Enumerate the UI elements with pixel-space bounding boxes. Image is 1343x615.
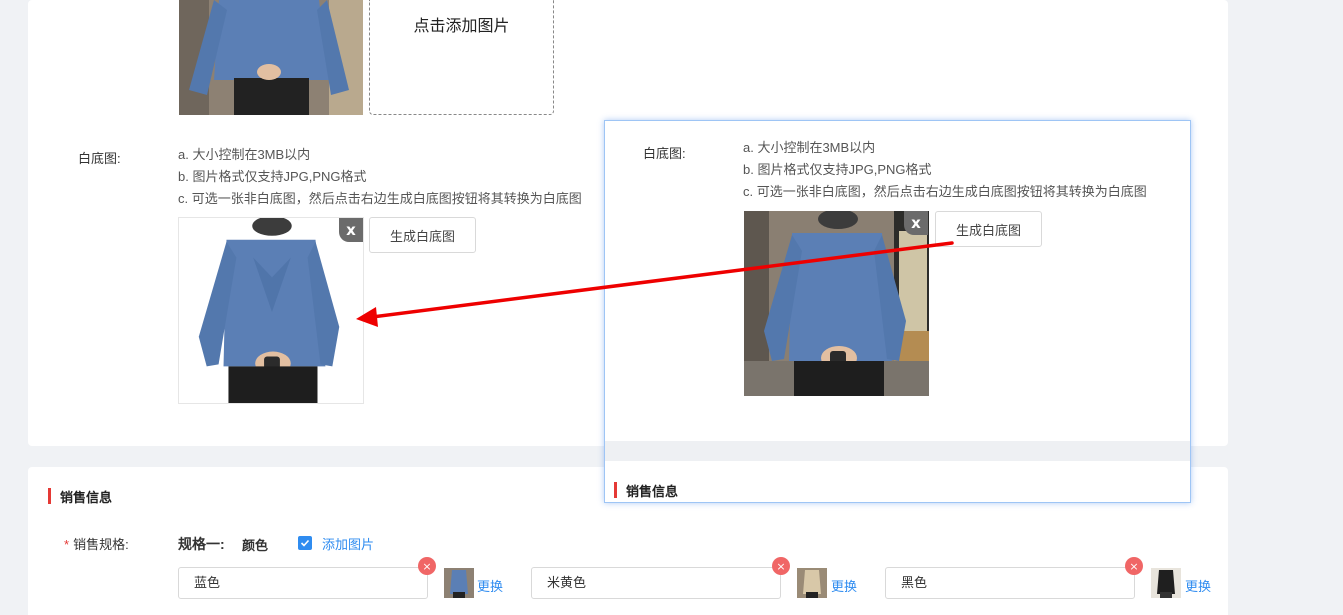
add-image-checkbox-label[interactable]: 添加图片 bbox=[322, 534, 374, 553]
add-image-label: 点击添加图片 bbox=[413, 18, 510, 35]
sales-spec-label: * 销售规格: bbox=[64, 534, 129, 553]
popup-remove-image-button: x bbox=[904, 211, 928, 235]
popup-original-image bbox=[744, 211, 929, 396]
color-thumb-blue bbox=[444, 568, 474, 598]
replace-image-black-link[interactable]: 更换 bbox=[1185, 576, 1211, 595]
white-bg-preview-popup: 白底图: a. 大小控制在3MB以内 b. 图片格式仅支持JPG,PNG格式 c… bbox=[604, 120, 1191, 503]
white-bg-image[interactable] bbox=[178, 217, 364, 404]
color-thumb-beige bbox=[797, 568, 827, 598]
popup-divider-band bbox=[605, 441, 1190, 461]
checkmark-icon bbox=[300, 539, 310, 547]
white-bg-hint-format: b. 图片格式仅支持JPG,PNG格式 bbox=[178, 169, 367, 184]
popup-hint-convert: c. 可选一张非白底图，然后点击右边生成白底图按钮将其转换为白底图 bbox=[743, 184, 1147, 199]
white-bg-hint-convert: c. 可选一张非白底图，然后点击右边生成白底图按钮将其转换为白底图 bbox=[178, 191, 582, 206]
spec-one-label: 规格一: bbox=[178, 536, 225, 552]
sales-info-title: 销售信息 bbox=[48, 487, 112, 506]
spec-one-name: 颜色 bbox=[242, 538, 269, 553]
popup-hint-format: b. 图片格式仅支持JPG,PNG格式 bbox=[743, 162, 932, 177]
main-image-thumbnail[interactable] bbox=[179, 0, 363, 115]
color-input-blue[interactable]: 蓝色 bbox=[178, 567, 428, 599]
generate-white-bg-button[interactable]: 生成白底图 bbox=[369, 217, 476, 253]
white-bg-hint-size: a. 大小控制在3MB以内 bbox=[178, 147, 311, 162]
remove-white-bg-image-button[interactable]: x bbox=[339, 218, 363, 242]
replace-image-beige-link[interactable]: 更换 bbox=[831, 576, 857, 595]
color-thumb-black bbox=[1151, 568, 1181, 598]
remove-color-black-button[interactable]: × bbox=[1125, 557, 1143, 575]
replace-image-blue-link[interactable]: 更换 bbox=[477, 576, 503, 595]
add-image-checkbox[interactable] bbox=[298, 536, 312, 550]
required-mark: * bbox=[64, 537, 70, 552]
white-bg-label: 白底图: bbox=[78, 151, 121, 166]
popup-white-bg-label: 白底图: bbox=[643, 146, 686, 161]
sales-spec-label-text: 销售规格: bbox=[73, 537, 129, 552]
color-input-black[interactable]: 黑色 bbox=[885, 567, 1135, 599]
remove-color-blue-button[interactable]: × bbox=[418, 557, 436, 575]
popup-sales-info-title: 销售信息 bbox=[614, 481, 678, 500]
remove-color-beige-button[interactable]: × bbox=[772, 557, 790, 575]
popup-hint-size: a. 大小控制在3MB以内 bbox=[743, 140, 876, 155]
add-image-button[interactable]: 点击添加图片 bbox=[369, 0, 554, 115]
color-input-beige[interactable]: 米黄色 bbox=[531, 567, 781, 599]
popup-generate-white-bg-button: 生成白底图 bbox=[935, 211, 1042, 247]
